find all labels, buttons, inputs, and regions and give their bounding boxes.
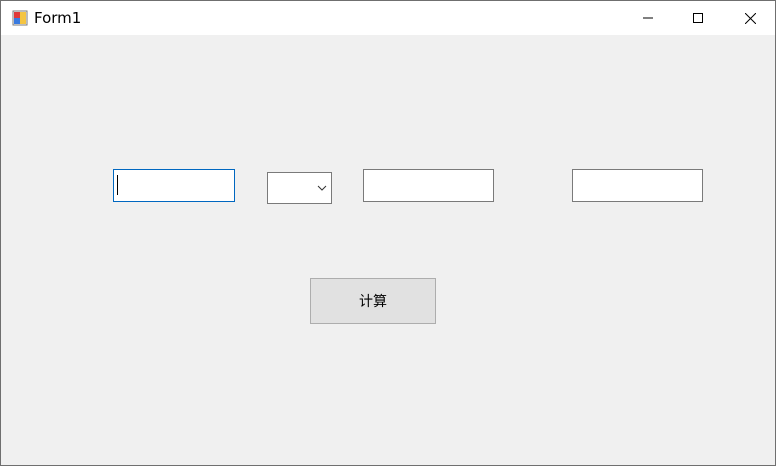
title-bar[interactable]: Form1: [1, 1, 775, 35]
text-caret: [117, 175, 118, 195]
chevron-down-icon: [317, 185, 327, 191]
window-title: Form1: [34, 9, 82, 27]
form1-window: Form1 计算: [0, 0, 776, 466]
result-input[interactable]: [572, 169, 703, 202]
minimize-button[interactable]: [625, 1, 671, 35]
calculate-button[interactable]: 计算: [310, 278, 436, 324]
maximize-icon: [693, 13, 703, 23]
minimize-icon: [643, 17, 653, 19]
second-operand-input[interactable]: [363, 169, 494, 202]
close-button[interactable]: [727, 1, 773, 35]
first-operand-input[interactable]: [113, 169, 235, 202]
maximize-button[interactable]: [675, 1, 721, 35]
operator-combobox[interactable]: [267, 172, 332, 204]
calculate-button-label: 计算: [359, 294, 387, 310]
winforms-app-icon: [12, 10, 28, 26]
close-icon: [744, 12, 756, 24]
